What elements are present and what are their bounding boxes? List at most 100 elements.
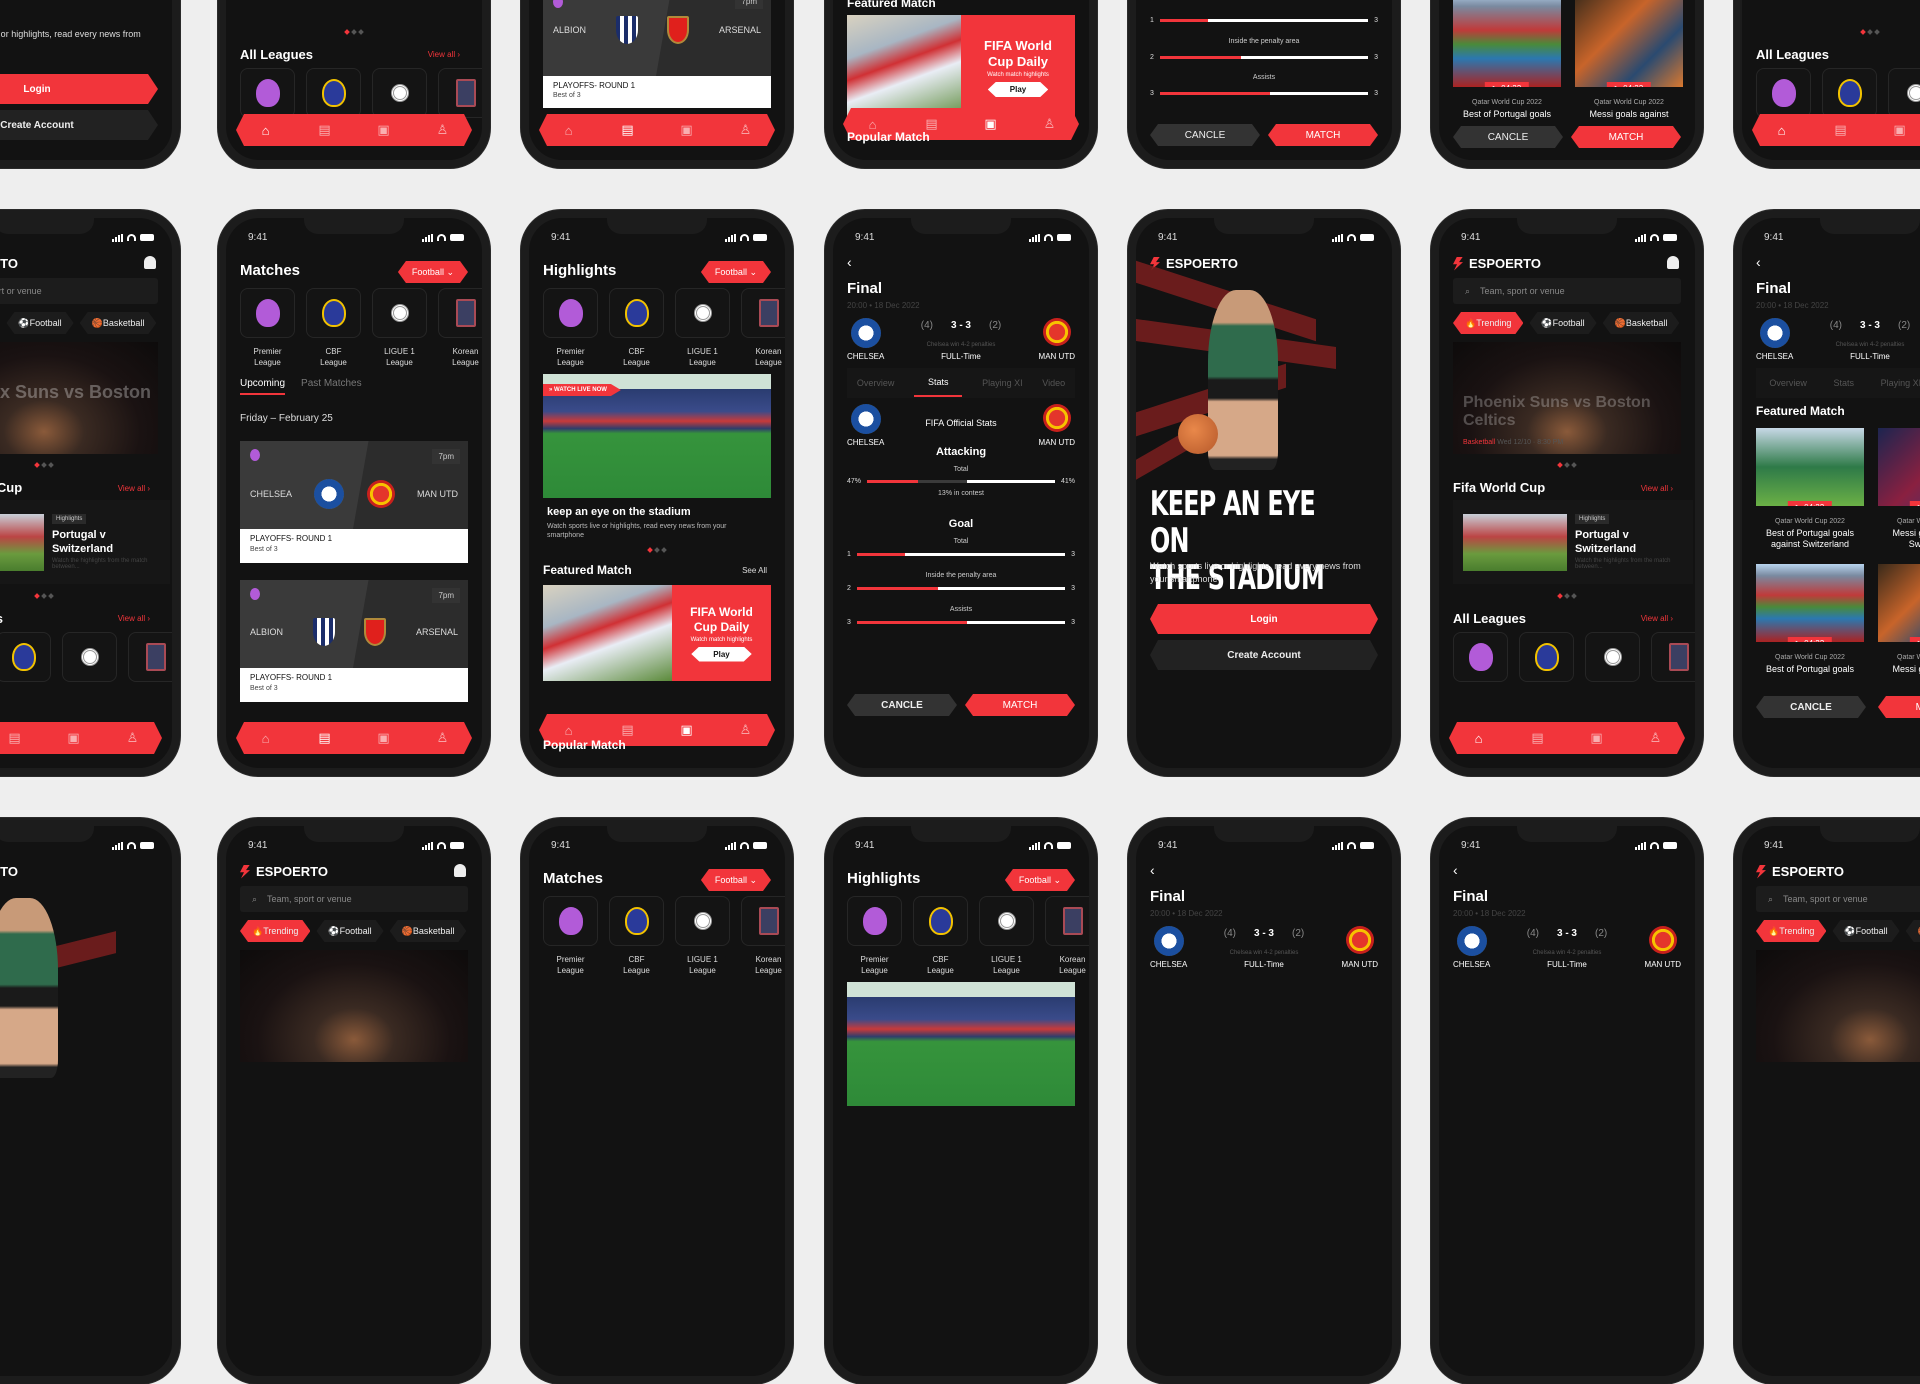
carousel-dots[interactable] [345, 30, 363, 34]
play-button[interactable]: Play [988, 82, 1048, 97]
video-icon[interactable]: ▣ [678, 721, 696, 739]
back-icon[interactable]: ‹ [1150, 862, 1155, 878]
league-premier[interactable] [240, 68, 295, 118]
view-all-link[interactable]: View all › [1641, 614, 1673, 623]
cancel-button[interactable]: CANCLE [1756, 696, 1866, 718]
profile-icon[interactable]: ♙ [124, 729, 142, 747]
league-premier[interactable]: PremierLeague [240, 288, 295, 368]
profile-icon[interactable]: ♙ [434, 121, 452, 139]
featured-image[interactable] [543, 585, 672, 681]
chip-basketball[interactable]: 🏀 Basketball [1906, 920, 1920, 942]
create-account-button[interactable]: Create Account [1150, 640, 1378, 670]
login-button[interactable]: Login [0, 74, 158, 104]
video-icon[interactable]: ▣ [65, 729, 83, 747]
login-button[interactable]: Login [1150, 604, 1378, 634]
sport-select[interactable]: Football ⌄ [701, 869, 771, 891]
league-korean[interactable] [1651, 632, 1695, 682]
hero-banner[interactable]: Phoenix Suns vs Boston Celtics Basketbal… [1453, 342, 1681, 454]
league-korean[interactable] [438, 68, 482, 118]
search-input[interactable]: ⌕Team, sport or venue [240, 886, 468, 912]
video-icon[interactable]: ▣ [678, 121, 696, 139]
video-icon[interactable]: ▣ [375, 729, 393, 747]
back-icon[interactable]: ‹ [1453, 862, 1458, 878]
hero-banner[interactable] [240, 950, 468, 1062]
profile-icon[interactable]: ♙ [434, 729, 452, 747]
home-icon[interactable]: ⌂ [1773, 121, 1791, 139]
league-cbf[interactable] [0, 632, 51, 682]
search-input[interactable]: ⌕Team, sport or venue [0, 278, 158, 304]
video-card[interactable]: ▶ 04:22 Qatar World Cup 2022 Best of Por… [1756, 564, 1864, 675]
play-button[interactable]: Play [691, 647, 751, 662]
back-icon[interactable]: ‹ [847, 254, 852, 270]
sport-select[interactable]: Football ⌄ [1005, 869, 1075, 891]
league-korean[interactable] [128, 632, 172, 682]
tab-upcoming[interactable]: Upcoming [240, 378, 285, 395]
live-banner[interactable]: » WATCH LIVE NOW [543, 374, 771, 498]
video-card[interactable]: ▶ 04:22 Qatar World Cup 2022 Best of Por… [1756, 428, 1864, 550]
tab-overview[interactable]: Overview [1769, 378, 1807, 388]
league-cbf[interactable] [306, 68, 361, 118]
view-all-link[interactable]: View all › [118, 484, 150, 493]
carousel-dots[interactable] [1558, 463, 1576, 467]
chip-football[interactable]: ⚽ Football [6, 312, 73, 334]
chip-trending[interactable]: 🔥 Trending [240, 920, 310, 942]
cancel-button[interactable]: CANCLE [1453, 126, 1563, 148]
search-input[interactable]: ⌕Team, sport or venue [1453, 278, 1681, 304]
league-korean[interactable]: KoreanLeague [438, 288, 482, 368]
video-icon[interactable]: ▣ [1891, 121, 1909, 139]
league-premier[interactable] [1756, 68, 1811, 118]
chip-football[interactable]: ⚽ Football [1832, 920, 1899, 942]
profile-icon[interactable]: ♙ [1647, 729, 1665, 747]
video-icon[interactable]: ▣ [1588, 729, 1606, 747]
back-icon[interactable]: ‹ [1756, 254, 1761, 270]
featured-image[interactable] [847, 15, 961, 120]
carousel-dots[interactable] [35, 463, 53, 467]
league-cbf[interactable]: CBFLeague [913, 896, 968, 976]
match-button[interactable]: MATCH [1878, 696, 1920, 718]
league-ligue1[interactable]: LIGUE 1League [372, 288, 427, 368]
cancel-button[interactable]: CANCLE [847, 694, 957, 716]
hero-banner[interactable]: Phoenix Suns vs Boston Celtics [0, 342, 158, 454]
video-icon[interactable]: ▣ [982, 115, 1000, 133]
news-icon[interactable]: ▤ [619, 121, 637, 139]
match-card-footer[interactable]: PLAYOFFS- ROUND 1 Best of 3 [240, 668, 468, 702]
chip-trending[interactable]: 🔥 Trending [1756, 920, 1826, 942]
video-icon[interactable]: ▣ [375, 121, 393, 139]
match-card[interactable]: 7pm ALBION ARSENAL [240, 580, 468, 668]
match-card[interactable]: 7pm ALBION ARSENAL [543, 0, 771, 76]
home-icon[interactable]: ⌂ [257, 729, 275, 747]
league-ligue1[interactable]: LIGUE 1League [675, 288, 730, 368]
chip-basketball[interactable]: 🏀 Basketball [80, 312, 157, 334]
sport-select[interactable]: Football ⌄ [398, 261, 468, 283]
league-korean[interactable]: KoreanLeague [741, 288, 785, 368]
match-card-footer[interactable]: PLAYOFFS- ROUND 1 Best of 3 [240, 529, 468, 563]
match-card[interactable]: 7pm CHELSEA MAN UTD [240, 441, 468, 529]
league-korean[interactable]: KoreanLeague [1045, 896, 1089, 976]
league-ligue1[interactable]: LIGUE 1League [979, 896, 1034, 976]
profile-icon[interactable]: ♙ [737, 121, 755, 139]
carousel-dots[interactable] [1861, 30, 1879, 34]
news-icon[interactable]: ▤ [316, 729, 334, 747]
league-cbf[interactable]: CBFLeague [609, 288, 664, 368]
view-all-link[interactable]: View all › [118, 614, 150, 623]
highlight-card[interactable]: Highlights Portugal v Switzerland Watch … [0, 500, 170, 584]
league-ligue1[interactable]: LIGUE 1League [675, 896, 730, 976]
video-card[interactable]: ▶ 04:22 Qatar World Cup 2022 Messi goals… [1575, 0, 1683, 120]
carousel-dots[interactable] [648, 548, 666, 552]
notification-bell-icon[interactable] [454, 864, 466, 877]
video-card[interactable]: ▶ 04:22 Qatar World Cup 2022 Messi goals… [1878, 428, 1920, 550]
carousel-dots[interactable] [35, 594, 53, 598]
video-card[interactable]: ▶ 04:22 Qatar World Cup 2022 Messi goals… [1878, 564, 1920, 675]
match-card-footer[interactable]: PLAYOFFS- ROUND 1 Best of 3 [543, 76, 771, 108]
tab-playing-xi[interactable]: Playing XI [1881, 378, 1920, 388]
league-premier[interactable]: PremierLeague [543, 896, 598, 976]
live-banner[interactable] [847, 982, 1075, 1106]
home-icon[interactable]: ⌂ [1470, 729, 1488, 747]
chip-basketball[interactable]: 🏀 Basketball [390, 920, 467, 942]
tab-stats[interactable]: Stats [1833, 378, 1854, 388]
tab-stats[interactable]: Stats [914, 369, 963, 397]
news-icon[interactable]: ▤ [619, 721, 637, 739]
carousel-dots[interactable] [1558, 594, 1576, 598]
notification-bell-icon[interactable] [144, 256, 156, 269]
match-button[interactable]: MATCH [965, 694, 1075, 716]
